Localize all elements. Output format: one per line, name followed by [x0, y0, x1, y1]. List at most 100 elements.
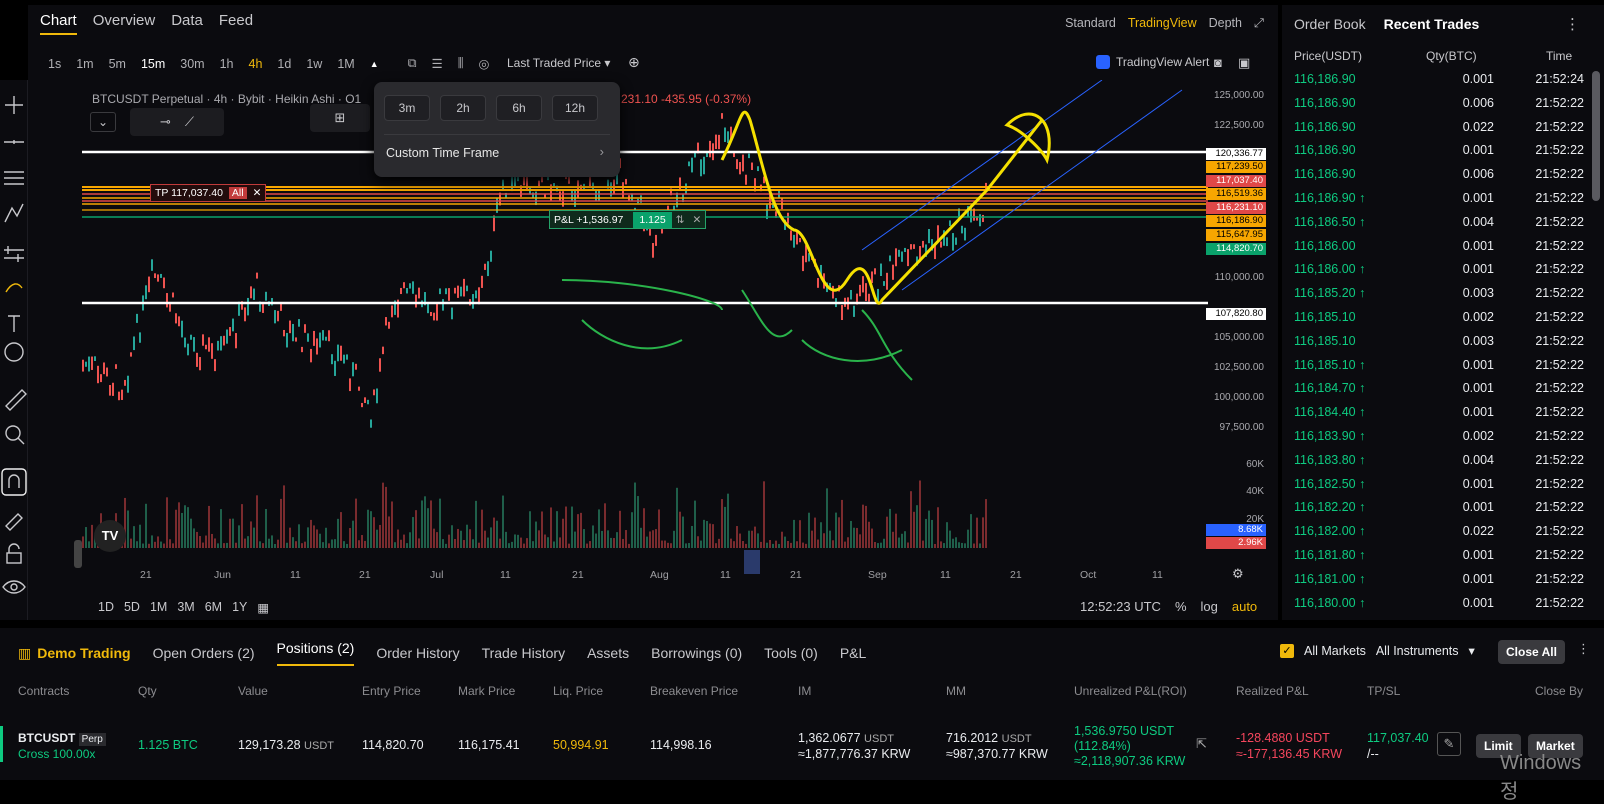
- auto-toggle[interactable]: auto: [1232, 599, 1257, 614]
- column-header: IM: [798, 684, 812, 698]
- trade-row: 116,186.00 ↑ 0.001 21:52:22: [1294, 262, 1584, 286]
- tf-option-2h[interactable]: 2h: [440, 95, 486, 121]
- all-instruments-select[interactable]: All Instruments: [1376, 644, 1459, 658]
- all-markets-label[interactable]: All Markets: [1304, 644, 1366, 658]
- view-standard[interactable]: Standard: [1065, 16, 1116, 31]
- percent-toggle[interactable]: %: [1175, 599, 1187, 614]
- trade-time: 21:52:22: [1535, 548, 1584, 562]
- trade-qty: 0.001: [1462, 571, 1494, 586]
- tp-order-label[interactable]: TP 117,037.40 All ✕: [150, 184, 267, 202]
- tab-overview[interactable]: Overview: [93, 12, 156, 35]
- pos-upnl-krw: ≈2,118,907.36 KRW: [1074, 754, 1186, 768]
- chart-type-icon[interactable]: ⧉: [408, 56, 417, 71]
- close-icon[interactable]: ✕: [688, 214, 705, 226]
- column-header: Close By: [1535, 684, 1584, 698]
- tab-assets[interactable]: Assets: [587, 645, 629, 661]
- edit-icon[interactable]: ✎: [1437, 732, 1461, 756]
- custom-time-frame[interactable]: Custom Time Frame: [386, 146, 499, 160]
- tf-1M[interactable]: 1M: [337, 57, 354, 71]
- volume-badge: 2.96K: [1206, 537, 1266, 549]
- tab-tools[interactable]: Tools (0): [764, 645, 818, 661]
- range-6m[interactable]: 6M: [205, 600, 222, 615]
- price-source-select[interactable]: Last Traded Price ▾: [507, 56, 610, 70]
- caret-down-icon[interactable]: ▾: [1469, 643, 1475, 658]
- tf-15m[interactable]: 15m: [141, 57, 165, 71]
- candle-icon[interactable]: ⫼: [458, 56, 464, 71]
- indicators-icon[interactable]: ☰: [432, 56, 443, 71]
- drawing-tools-icons[interactable]: [0, 80, 28, 620]
- tp-all-button[interactable]: All: [228, 187, 247, 199]
- tab-feed[interactable]: Feed: [219, 12, 253, 35]
- tf-1d[interactable]: 1d: [277, 57, 291, 71]
- trade-row: 116,184.40 ↑ 0.001 21:52:22: [1294, 405, 1584, 429]
- pnl-position-label[interactable]: P&L +1,536.97 1.125 ⇅ ✕: [549, 210, 707, 229]
- trade-qty: 0.001: [1462, 191, 1494, 205]
- add-icon[interactable]: ⊕: [628, 54, 640, 71]
- tab-order-book[interactable]: Order Book: [1294, 16, 1366, 32]
- calendar-icon[interactable]: ▦: [257, 600, 269, 615]
- trades-tabs: Order Book Recent Trades: [1294, 16, 1479, 32]
- tab-open-orders[interactable]: Open Orders (2): [153, 645, 255, 661]
- trade-row: 116,183.80 ↑ 0.004 21:52:22: [1294, 453, 1584, 477]
- settings-icon[interactable]: ◎: [479, 56, 490, 71]
- tf-30m[interactable]: 30m: [180, 57, 204, 71]
- camera-icon[interactable]: ◙: [1214, 55, 1222, 70]
- horizontal-line-icon[interactable]: ⊸: [160, 114, 171, 130]
- share-icon[interactable]: ⇱: [1196, 736, 1207, 752]
- time-label: 21: [790, 569, 802, 581]
- range-1y[interactable]: 1Y: [232, 600, 247, 615]
- tab-recent-trades[interactable]: Recent Trades: [1384, 16, 1480, 32]
- tab-chart[interactable]: Chart: [40, 12, 77, 35]
- price-axis[interactable]: 125,000.00 122,500.00 110,000.00 105,000…: [1206, 90, 1268, 560]
- tf-1w[interactable]: 1w: [306, 57, 322, 71]
- expand-icon[interactable]: ⤢: [1254, 16, 1264, 31]
- grid-tool-icon[interactable]: ⊞: [310, 104, 370, 132]
- tf-option-3m[interactable]: 3m: [384, 95, 430, 121]
- price-chart[interactable]: [82, 80, 1208, 580]
- range-3m[interactable]: 3M: [177, 600, 194, 615]
- range-5d[interactable]: 5D: [124, 600, 140, 615]
- drag-icon[interactable]: ⇅: [672, 214, 689, 226]
- tf-1m[interactable]: 1m: [76, 57, 93, 71]
- layout-icon[interactable]: ▣: [1238, 55, 1250, 71]
- trade-row: 116,182.50 ↑ 0.001 21:52:22: [1294, 477, 1584, 501]
- trade-time: 21:52:22: [1535, 452, 1584, 467]
- tab-trade-history[interactable]: Trade History: [482, 645, 566, 661]
- tf-4h[interactable]: 4h: [249, 57, 263, 71]
- tab-demo-trading[interactable]: ▥ Demo Trading: [18, 645, 131, 662]
- gear-icon[interactable]: ⚙: [1232, 566, 1244, 582]
- collapse-toggle[interactable]: ⌄: [90, 112, 116, 132]
- tab-positions[interactable]: Positions (2): [276, 640, 355, 666]
- trade-price: 116,186.90: [1294, 143, 1356, 158]
- range-1m[interactable]: 1M: [150, 600, 167, 615]
- log-toggle[interactable]: log: [1201, 599, 1218, 614]
- pos-mm-krw: ≈987,370.77 KRW: [946, 747, 1048, 761]
- close-icon[interactable]: ✕: [253, 187, 262, 199]
- range-1d[interactable]: 1D: [98, 600, 114, 615]
- tab-borrowings[interactable]: Borrowings (0): [651, 645, 742, 661]
- close-all-button[interactable]: Close All: [1498, 640, 1565, 664]
- checkbox-icon[interactable]: ✓: [1280, 643, 1294, 658]
- trade-qty: 0.022: [1462, 524, 1494, 539]
- tf-option-6h[interactable]: 6h: [496, 95, 542, 121]
- tab-data[interactable]: Data: [171, 12, 203, 35]
- tradingview-alert-button[interactable]: TradingView Alert: [1096, 55, 1209, 69]
- trade-row: 116,186.90 0.001 21:52:22: [1294, 143, 1584, 167]
- tf-5m[interactable]: 5m: [109, 57, 126, 71]
- pos-symbol[interactable]: BTCUSDT Perp: [18, 731, 106, 746]
- tf-option-12h[interactable]: 12h: [552, 95, 598, 121]
- trend-line-icon[interactable]: ⟋: [185, 114, 194, 130]
- scrollbar[interactable]: [1592, 71, 1600, 201]
- panel-collapse-handle[interactable]: [74, 540, 82, 568]
- view-tradingview[interactable]: TradingView: [1128, 16, 1197, 31]
- time-label: Jun: [214, 569, 231, 581]
- tab-pnl[interactable]: P&L: [840, 645, 866, 661]
- view-depth[interactable]: Depth: [1209, 16, 1242, 31]
- tab-order-history[interactable]: Order History: [376, 645, 459, 661]
- more-icon[interactable]: ⋮: [1565, 15, 1580, 33]
- pos-margin-mode[interactable]: Cross 100.00x: [18, 747, 95, 761]
- tf-1s[interactable]: 1s: [48, 57, 61, 71]
- more-icon[interactable]: ⋮: [1577, 641, 1590, 657]
- tf-1h[interactable]: 1h: [220, 57, 234, 71]
- triangle-up-icon[interactable]: ▲: [370, 59, 379, 69]
